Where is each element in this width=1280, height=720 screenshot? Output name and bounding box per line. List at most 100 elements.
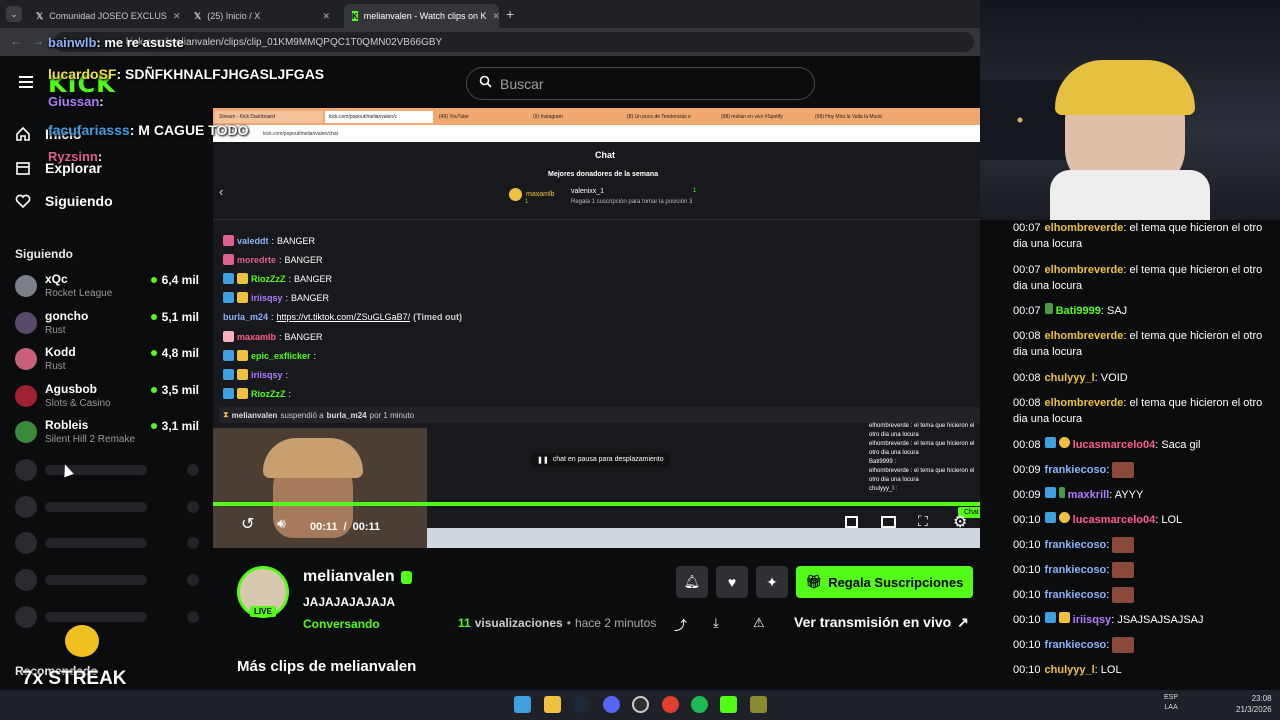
- gift-subs-button[interactable]: 🎁︎ Regala Suscripciones: [796, 566, 973, 598]
- sidebar-channel-robleis[interactable]: Robleis Silent Hill 2 Remake 3,1 mil: [15, 418, 203, 452]
- streamer-webcam: [980, 0, 1280, 220]
- hourglass-icon: ⧗: [223, 410, 229, 419]
- streamer-name[interactable]: melianvalen: [303, 568, 412, 586]
- clock[interactable]: 23:08 21/3/2026: [1236, 693, 1272, 715]
- sidebar-channel-kodd[interactable]: Kodd Rust 4,8 mil: [15, 345, 203, 379]
- replay-icon[interactable]: ↺: [241, 514, 254, 534]
- sidebar-channel-xqc[interactable]: xQc Rocket League 6,4 mil: [15, 272, 203, 306]
- watch-live-button[interactable]: Ver transmisión en vivo ↗: [794, 614, 969, 631]
- forward-arrow-icon[interactable]: →: [32, 34, 44, 48]
- pip-icon[interactable]: [845, 516, 858, 528]
- sparkle-button[interactable]: ✦: [756, 566, 788, 598]
- video-chat-message: RiozZzZ: BANGER: [223, 273, 332, 284]
- browser-tab-label: (25) Inicio / X: [207, 11, 261, 21]
- browser-tab-2[interactable]: K melianvalen - Watch clips on K ✕: [344, 4, 499, 28]
- windows-start-icon[interactable]: [514, 696, 531, 713]
- video-tab: (98) Hoy Miru la Valla la Music: [815, 114, 883, 120]
- volume-icon[interactable]: 🔊︎: [277, 515, 286, 532]
- channel-name: Kodd: [45, 345, 76, 359]
- back-chevron-icon: ‹: [219, 184, 224, 199]
- file-explorer-icon[interactable]: [544, 696, 561, 713]
- obs-icon[interactable]: [632, 696, 649, 713]
- pause-icon: ❚❚: [537, 457, 549, 464]
- browser-tab-label: Comunidad JOSEO EXCLUS: [49, 11, 167, 21]
- channel-game: Rocket League: [45, 288, 113, 299]
- video-chat-message: moredrte: BANGER: [223, 254, 323, 265]
- close-tab-icon[interactable]: ✕: [322, 11, 330, 22]
- settings-gear-icon[interactable]: ⚙: [953, 512, 967, 532]
- nav-label: Siguiendo: [45, 193, 113, 209]
- live-dot-icon: [150, 277, 157, 283]
- browser-tab-0[interactable]: 𝕏 Comunidad JOSEO EXCLUS ✕: [28, 4, 180, 28]
- url-field[interactable]: kick.com/melianvalen/clips/clip_01KM9MMQ…: [54, 32, 974, 52]
- language-indicator[interactable]: ESP LAA: [1164, 693, 1178, 713]
- search-icon: [479, 75, 492, 93]
- donor-hint: Regala 1 suscripción para tomar la posic…: [571, 199, 693, 205]
- spotify-icon[interactable]: [691, 696, 708, 713]
- search-box[interactable]: [466, 67, 815, 100]
- video-chat-message: maxamlb: BANGER: [223, 331, 323, 342]
- video-chat-message: epic_exflicker:: [223, 350, 319, 361]
- sidebar-channel-goncho[interactable]: goncho Rust 5,1 mil: [15, 309, 203, 343]
- video-tab: (98) melian en vivo #Spotify: [721, 114, 783, 120]
- notifications-button[interactable]: 🔔︎: [676, 566, 708, 598]
- gift-icon: 🎁︎: [805, 574, 823, 589]
- viewer-count: 6,4 mil: [150, 273, 199, 287]
- viewer-count-value: 3,1 mil: [161, 419, 199, 433]
- chat-message: 00:10 frankiecoso:: [1013, 587, 1271, 604]
- clip-video-player[interactable]: Stream - Kick Dashboard kick.com/popout/…: [213, 108, 980, 548]
- x-logo-icon: 𝕏: [36, 10, 44, 21]
- time-total: 00:11: [352, 521, 381, 533]
- viewer-count: 5,1 mil: [150, 310, 199, 324]
- discord-icon[interactable]: [603, 696, 620, 713]
- streamer-name-text: melianvalen: [303, 568, 395, 585]
- nav-siguiendo[interactable]: Siguiendo: [15, 193, 113, 209]
- donor-1: maxamlb: [509, 188, 554, 201]
- channel-name: goncho: [45, 309, 89, 323]
- video-chat-message: valeddt: BANGER: [223, 235, 315, 246]
- live-dot-icon: [150, 350, 157, 356]
- viewer-count-value: 5,1 mil: [161, 310, 199, 324]
- share-icon[interactable]: ⤴: [674, 615, 687, 634]
- browser-tab-bar: ⌄ 𝕏 Comunidad JOSEO EXCLUS ✕ 𝕏 (25) Inic…: [0, 0, 980, 28]
- follow-button[interactable]: ♥: [716, 566, 748, 598]
- clock-date: 21/3/2026: [1236, 705, 1272, 714]
- steam-icon[interactable]: [573, 696, 590, 713]
- close-tab-icon[interactable]: ✕: [173, 11, 180, 22]
- chat-message: 00:10 frankiecoso:: [1013, 562, 1271, 579]
- sidebar-skeleton: [15, 569, 203, 591]
- report-icon[interactable]: ⚠: [753, 615, 765, 631]
- crown-badge-icon: [509, 188, 522, 201]
- x-logo-icon: 𝕏: [194, 10, 202, 21]
- kick-app-icon[interactable]: [720, 696, 737, 713]
- new-tab-button[interactable]: +: [506, 6, 514, 22]
- fullscreen-icon[interactable]: ⛶: [918, 513, 928, 530]
- browser-tab-1[interactable]: 𝕏 (25) Inicio / X ✕: [186, 4, 338, 28]
- theater-mode-icon[interactable]: [881, 516, 896, 528]
- viewer-count-value: 4,8 mil: [161, 346, 199, 360]
- kick-favicon-icon: K: [352, 11, 358, 21]
- heart-icon: ♥: [727, 574, 737, 590]
- game-app-icon[interactable]: [750, 696, 767, 713]
- video-tab: kick.com/popout/melianvalen/c: [325, 111, 433, 123]
- clip-category[interactable]: Conversando: [303, 617, 380, 631]
- channel-game: Slots & Casino: [45, 398, 111, 409]
- close-tab-icon[interactable]: ✕: [493, 11, 500, 22]
- donor-2-count: 1: [693, 188, 697, 194]
- download-icon[interactable]: ⤓: [713, 615, 719, 631]
- tab-search-button[interactable]: ⌄: [6, 6, 22, 22]
- mod-action-text: suspendió a: [280, 410, 324, 420]
- channel-name: Agusbob: [45, 382, 97, 396]
- video-address-bar: kick.com/popout/melianvalen/chat: [213, 125, 980, 142]
- paused-text: chat en pausa para desplazamiento: [552, 456, 664, 463]
- chat-message: 00:07 Bati9999: SAJ: [1013, 303, 1128, 317]
- compass-icon: [16, 162, 30, 175]
- search-input[interactable]: [500, 75, 800, 92]
- video-tab: (9) Instagram: [533, 114, 563, 120]
- back-arrow-icon[interactable]: ←: [10, 34, 22, 48]
- overlay-message: Giussan:: [48, 94, 104, 109]
- chrome-icon[interactable]: [662, 696, 679, 713]
- avatar: [15, 385, 37, 407]
- hamburger-menu-icon[interactable]: [19, 76, 33, 88]
- sidebar-channel-agusbob[interactable]: Agusbob Slots & Casino 3,5 mil: [15, 382, 203, 416]
